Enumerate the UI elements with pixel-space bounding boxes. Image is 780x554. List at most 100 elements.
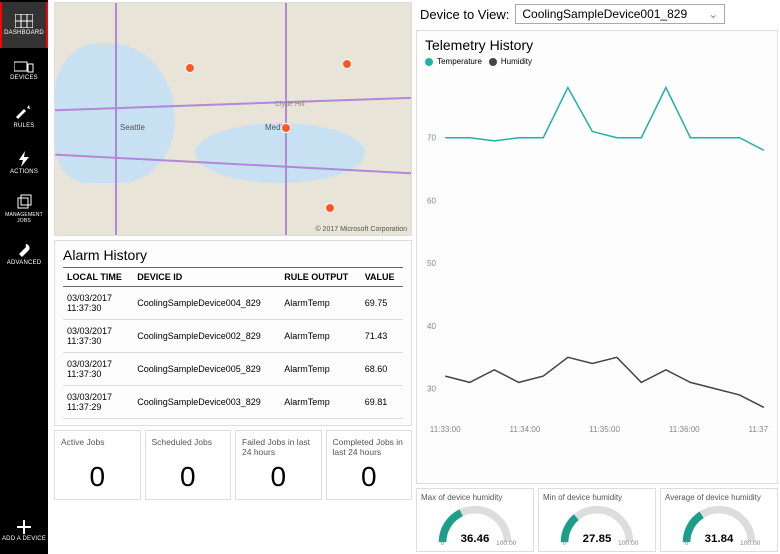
job-title: Scheduled Jobs <box>152 437 225 457</box>
map-city-label: Clyde Hill <box>275 101 305 108</box>
svg-text:11:35:00: 11:35:00 <box>589 425 620 434</box>
svg-text:31.84: 31.84 <box>705 533 734 545</box>
sidebar-item-advanced[interactable]: ADVANCED <box>0 232 48 278</box>
job-value: 0 <box>242 461 315 493</box>
cell-value: 69.81 <box>361 386 403 419</box>
sidebar-item-label: ADD A DEVICE <box>2 536 46 542</box>
rules-icon <box>16 105 32 121</box>
sidebar-item-label: DEVICES <box>10 75 38 81</box>
svg-text:30: 30 <box>427 385 437 394</box>
legend-label: Humidity <box>501 57 532 66</box>
table-row[interactable]: 03/03/201711:37:30 CoolingSampleDevice00… <box>63 287 403 320</box>
map-pin-icon[interactable] <box>325 203 335 213</box>
svg-text:11:36:00: 11:36:00 <box>669 425 700 434</box>
map-pin-icon[interactable] <box>342 59 352 69</box>
svg-text:100.00: 100.00 <box>618 540 639 546</box>
svg-text:60: 60 <box>427 196 437 205</box>
job-card: Active Jobs0 <box>54 430 141 500</box>
cell-device: CoolingSampleDevice005_829 <box>133 353 280 386</box>
job-value: 0 <box>333 461 406 493</box>
alarm-col-device[interactable]: DEVICE ID <box>133 268 280 287</box>
telemetry-panel: Telemetry History Temperature Humidity 7… <box>416 30 778 484</box>
table-row[interactable]: 03/03/201711:37:30 CoolingSampleDevice00… <box>63 320 403 353</box>
alarm-col-rule[interactable]: RULE OUTPUT <box>280 268 360 287</box>
gauge-row: Max of device humidity 36.46 0 100.00 Mi… <box>416 488 778 552</box>
device-selector-row: Device to View: CoolingSampleDevice001_8… <box>416 2 778 26</box>
map-panel[interactable]: Seattle Medina Clyde Hill © 2017 Microso… <box>54 2 412 236</box>
device-select-value: CoolingSampleDevice001_829 <box>522 7 687 21</box>
bolt-icon <box>19 151 29 167</box>
sidebar-item-devices[interactable]: DEVICES <box>0 48 48 94</box>
cell-rule: AlarmTemp <box>280 287 360 320</box>
telemetry-title: Telemetry History <box>425 37 769 53</box>
cell-time: 03/03/201711:37:29 <box>63 386 133 419</box>
sidebar-item-rules[interactable]: RULES <box>0 94 48 140</box>
gauge-icon: 36.46 0 100.00 <box>421 504 529 546</box>
legend-dot-temperature <box>425 58 433 66</box>
svg-text:27.85: 27.85 <box>583 533 612 545</box>
grid-icon <box>15 14 33 28</box>
svg-text:0: 0 <box>563 540 567 546</box>
map-pin-icon[interactable] <box>185 63 195 73</box>
svg-text:50: 50 <box>427 259 437 268</box>
cell-time: 03/03/201711:37:30 <box>63 287 133 320</box>
plus-icon <box>17 520 31 534</box>
telemetry-legend: Temperature Humidity <box>425 57 769 66</box>
svg-text:100.00: 100.00 <box>740 540 761 546</box>
job-value: 0 <box>152 461 225 493</box>
map-pin-icon[interactable] <box>281 123 291 133</box>
cell-time: 03/03/201711:37:30 <box>63 320 133 353</box>
cell-rule: AlarmTemp <box>280 353 360 386</box>
sidebar-item-label: RULES <box>13 123 34 129</box>
gauge-title: Min of device humidity <box>543 493 651 502</box>
devices-icon <box>14 61 34 73</box>
job-card: Failed Jobs in last 24 hours 0 <box>235 430 322 500</box>
svg-text:40: 40 <box>427 322 437 331</box>
alarm-history-table: LOCAL TIME DEVICE ID RULE OUTPUT VALUE 0… <box>63 267 403 419</box>
svg-text:36.46: 36.46 <box>461 533 490 545</box>
sidebar-item-dashboard[interactable]: DASHBOARD <box>0 2 48 48</box>
legend-label: Temperature <box>437 57 482 66</box>
cell-value: 69.75 <box>361 287 403 320</box>
sidebar: DASHBOARD DEVICES RULES ACTIONS MANAGEME… <box>0 0 48 554</box>
cell-rule: AlarmTemp <box>280 386 360 419</box>
sidebar-item-actions[interactable]: ACTIONS <box>0 140 48 186</box>
map-credit: © 2017 Microsoft Corporation <box>315 226 407 233</box>
gauge-icon: 31.84 0 100.00 <box>665 504 773 546</box>
cell-time: 03/03/201711:37:30 <box>63 353 133 386</box>
sidebar-item-add-device[interactable]: ADD A DEVICE <box>0 508 48 554</box>
job-title: Completed Jobs in last 24 hours <box>333 437 406 457</box>
job-title: Failed Jobs in last 24 hours <box>242 437 315 457</box>
alarm-col-time[interactable]: LOCAL TIME <box>63 268 133 287</box>
svg-text:70: 70 <box>427 134 437 143</box>
cell-device: CoolingSampleDevice003_829 <box>133 386 280 419</box>
cell-value: 68.60 <box>361 353 403 386</box>
device-view-label: Device to View: <box>420 7 509 22</box>
svg-text:0: 0 <box>685 540 689 546</box>
alarm-history-title: Alarm History <box>63 247 403 263</box>
job-title: Active Jobs <box>61 437 134 457</box>
gauge-title: Max of device humidity <box>421 493 529 502</box>
table-row[interactable]: 03/03/201711:37:30 CoolingSampleDevice00… <box>63 353 403 386</box>
sidebar-item-management-jobs[interactable]: MANAGEMENT JOBS <box>0 186 48 232</box>
cell-value: 71.43 <box>361 320 403 353</box>
sidebar-item-label: MANAGEMENT JOBS <box>0 212 48 224</box>
telemetry-chart[interactable]: 70 60 50 40 30 11:33:00 11:34:00 11:35:00 11:36:… <box>425 70 769 440</box>
svg-text:11:37:00: 11:37:00 <box>749 425 769 434</box>
svg-text:0: 0 <box>441 540 445 546</box>
alarm-history-panel: Alarm History LOCAL TIME DEVICE ID RULE … <box>54 240 412 426</box>
device-select[interactable]: CoolingSampleDevice001_829 ⌄ <box>515 4 725 24</box>
jobs-summary-row: Active Jobs0Scheduled Jobs0Failed Jobs i… <box>54 430 412 500</box>
svg-text:11:33:00: 11:33:00 <box>430 425 461 434</box>
sidebar-item-label: ADVANCED <box>7 260 42 266</box>
cell-device: CoolingSampleDevice004_829 <box>133 287 280 320</box>
svg-text:100.00: 100.00 <box>496 540 517 546</box>
chevron-down-icon: ⌄ <box>708 7 718 21</box>
table-row[interactable]: 03/03/201711:37:29 CoolingSampleDevice00… <box>63 386 403 419</box>
alarm-col-value[interactable]: VALUE <box>361 268 403 287</box>
map-city-label: Seattle <box>120 123 145 132</box>
gauge-card: Max of device humidity 36.46 0 100.00 <box>416 488 534 552</box>
gauge-title: Average of device humidity <box>665 493 773 502</box>
gauge-card: Average of device humidity 31.84 0 100.0… <box>660 488 778 552</box>
svg-text:11:34:00: 11:34:00 <box>509 425 540 434</box>
